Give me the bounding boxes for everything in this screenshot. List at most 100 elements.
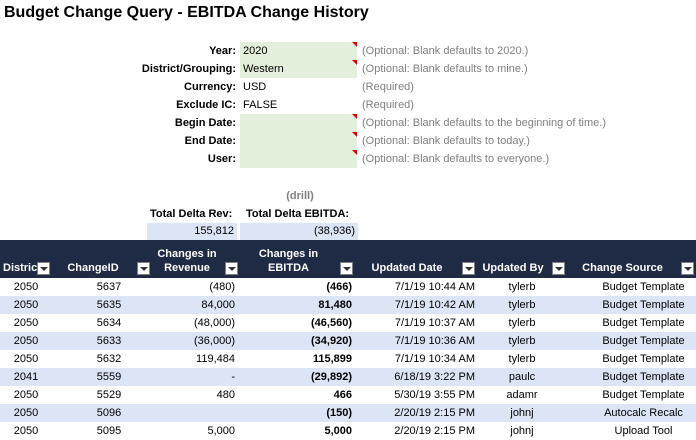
column-header-updated-date[interactable]: Updated Date	[355, 240, 477, 278]
table-cell[interactable]: Budget Template	[567, 386, 696, 404]
filter-dropdown-icon[interactable]	[340, 262, 353, 275]
table-cell[interactable]: 5095	[52, 422, 152, 440]
table-cell[interactable]	[152, 404, 237, 422]
column-header-line2: Revenue	[164, 262, 210, 274]
table-cell[interactable]: 5/30/19 3:55 PM	[355, 386, 477, 404]
table-cell[interactable]: 2050	[0, 332, 52, 350]
table-cell[interactable]: (36,000)	[152, 332, 237, 350]
table-cell[interactable]: 2/20/19 2:15 PM	[355, 422, 477, 440]
filter-dropdown-icon[interactable]	[681, 262, 694, 275]
filter-dropdown-icon[interactable]	[462, 262, 475, 275]
column-header-district[interactable]: District	[0, 240, 52, 278]
table-cell[interactable]: 5635	[52, 296, 152, 314]
table-cell[interactable]: 7/1/19 10:34 AM	[355, 350, 477, 368]
table-cell[interactable]: 5559	[52, 368, 152, 386]
column-header-changeid[interactable]: ChangeID	[52, 240, 152, 278]
table-cell[interactable]: (29,892)	[240, 368, 355, 386]
table-cell[interactable]: Budget Template	[567, 296, 696, 314]
total-delta-rev-value[interactable]: 155,812	[147, 223, 237, 240]
column-header-revenue[interactable]: Changes in Revenue	[152, 240, 240, 278]
table-cell[interactable]: 7/1/19 10:42 AM	[355, 296, 477, 314]
table-row[interactable]: 2050 5634 (48,000) (46,560) 7/1/19 10:37 AM t…	[0, 314, 696, 332]
table-row[interactable]: 2050 5635 84,000 81,480 7/1/19 10:42 AM tyler…	[0, 296, 696, 314]
table-cell[interactable]: (150)	[240, 404, 355, 422]
table-cell[interactable]: 2050	[0, 314, 52, 332]
total-delta-ebitda-value[interactable]: (38,936)	[240, 223, 358, 240]
table-cell[interactable]: paulc	[477, 368, 567, 386]
table-cell[interactable]: Autocalc Recalc	[567, 404, 696, 422]
table-cell[interactable]: tylerb	[477, 278, 567, 296]
table-cell[interactable]: 119,484	[152, 350, 237, 368]
column-header-ebitda[interactable]: Changes in EBITDA	[240, 240, 355, 278]
table-cell[interactable]: Budget Template	[567, 368, 696, 386]
filter-dropdown-icon[interactable]	[225, 262, 238, 275]
table-cell[interactable]: 2050	[0, 296, 52, 314]
table-cell[interactable]: (466)	[240, 278, 355, 296]
drill-label[interactable]: (drill)	[247, 190, 353, 202]
column-header-change-source[interactable]: Change Source	[567, 240, 696, 278]
table-cell[interactable]: Budget Template	[567, 332, 696, 350]
table-cell[interactable]: johnj	[477, 422, 567, 440]
table-cell[interactable]: 81,480	[240, 296, 355, 314]
table-cell[interactable]: -	[152, 368, 237, 386]
table-cell[interactable]: adamr	[477, 386, 567, 404]
param-input-currency[interactable]: USD	[240, 78, 357, 96]
table-cell[interactable]: (480)	[152, 278, 237, 296]
table-row[interactable]: 2041 5559- (29,892) 6/18/19 3:22 PM paulc Bud…	[0, 368, 696, 386]
table-row[interactable]: 2050 5633 (36,000) (34,920) 7/1/19 10:36 AM t…	[0, 332, 696, 350]
table-cell[interactable]: (34,920)	[240, 332, 355, 350]
table-row[interactable]: 2050 5632 119,484 115,899 7/1/19 10:34 AM tyl…	[0, 350, 696, 368]
table-cell[interactable]: 5529	[52, 386, 152, 404]
filter-dropdown-icon[interactable]	[137, 262, 150, 275]
table-cell[interactable]: 2050	[0, 386, 52, 404]
table-cell[interactable]: 5634	[52, 314, 152, 332]
table-cell[interactable]: 5096	[52, 404, 152, 422]
table-cell[interactable]: tylerb	[477, 314, 567, 332]
param-input-district-grouping[interactable]: Western	[240, 60, 357, 78]
param-note-end-date: (Optional: Blank defaults to today.)	[362, 135, 530, 147]
table-cell[interactable]: 2050	[0, 278, 52, 296]
table-cell[interactable]: 5,000	[240, 422, 355, 440]
table-row[interactable]: 2050 5529 480 466 5/30/19 3:55 PM adamr Budget…	[0, 386, 696, 404]
param-input-user[interactable]	[240, 150, 357, 168]
table-cell[interactable]: 5637	[52, 278, 152, 296]
param-input-begin-date[interactable]	[240, 114, 357, 132]
table-cell[interactable]: 2050	[0, 350, 52, 368]
param-label-year: Year:	[209, 45, 236, 57]
table-cell[interactable]: tylerb	[477, 350, 567, 368]
table-row[interactable]: 2050 5637 (480) (466) 7/1/19 10:44 AM tylerb B…	[0, 278, 696, 296]
table-cell[interactable]: 5632	[52, 350, 152, 368]
table-cell[interactable]: tylerb	[477, 332, 567, 350]
table-cell[interactable]: 480	[152, 386, 237, 404]
table-cell[interactable]: 5,000	[152, 422, 237, 440]
table-cell[interactable]: (48,000)	[152, 314, 237, 332]
table-cell[interactable]: 7/1/19 10:36 AM	[355, 332, 477, 350]
table-cell[interactable]: 2050	[0, 422, 52, 440]
table-cell[interactable]: 7/1/19 10:37 AM	[355, 314, 477, 332]
table-cell[interactable]: Budget Template	[567, 314, 696, 332]
table-cell[interactable]: johnj	[477, 404, 567, 422]
filter-dropdown-icon[interactable]	[552, 262, 565, 275]
table-cell[interactable]: 7/1/19 10:44 AM	[355, 278, 477, 296]
param-input-year[interactable]: 2020	[240, 42, 357, 60]
table-row[interactable]: 2050 5095 5,000 5,000 2/20/19 2:15 PM johnj Up…	[0, 422, 696, 440]
column-header-label: Updated Date	[355, 261, 477, 275]
param-input-end-date[interactable]	[240, 132, 357, 150]
table-cell[interactable]: 466	[240, 386, 355, 404]
table-cell[interactable]: 2/20/19 2:15 PM	[355, 404, 477, 422]
filter-dropdown-icon[interactable]	[37, 262, 50, 275]
table-cell[interactable]: 2041	[0, 368, 52, 386]
table-cell[interactable]: Budget Template	[567, 278, 696, 296]
table-cell[interactable]: tylerb	[477, 296, 567, 314]
param-input-exclude-ic[interactable]: FALSE	[240, 96, 357, 114]
table-cell[interactable]: 6/18/19 3:22 PM	[355, 368, 477, 386]
table-cell[interactable]: (46,560)	[240, 314, 355, 332]
table-row[interactable]: 2050 5096 (150) 2/20/19 2:15 PM johnj Autocal…	[0, 404, 696, 422]
table-cell[interactable]: 115,899	[240, 350, 355, 368]
table-cell[interactable]: Upload Tool	[567, 422, 696, 440]
column-header-updated-by[interactable]: Updated By	[477, 240, 567, 278]
table-cell[interactable]: 84,000	[152, 296, 237, 314]
table-cell[interactable]: 2050	[0, 404, 52, 422]
table-cell[interactable]: Budget Template	[567, 350, 696, 368]
table-cell[interactable]: 5633	[52, 332, 152, 350]
